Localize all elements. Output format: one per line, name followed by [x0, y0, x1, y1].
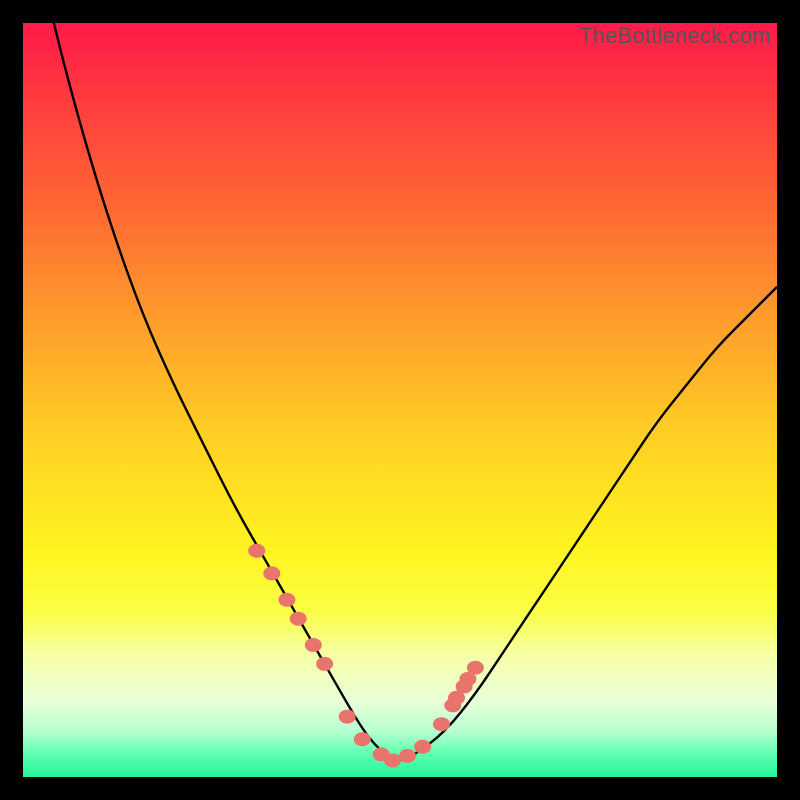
curve-marker: [414, 740, 431, 754]
curve-marker: [354, 732, 371, 746]
curve-marker: [278, 593, 295, 607]
bottleneck-curve-path: [23, 23, 777, 760]
bottleneck-curve-svg: [23, 23, 777, 777]
curve-marker: [263, 566, 280, 580]
curve-marker: [248, 544, 265, 558]
curve-marker: [399, 749, 416, 763]
curve-marker: [305, 638, 322, 652]
curve-marker: [384, 753, 401, 767]
watermark-text: TheBottleneck.com: [579, 23, 771, 49]
curve-marker: [339, 710, 356, 724]
curve-marker: [290, 612, 307, 626]
marker-group: [248, 544, 484, 768]
curve-marker: [433, 717, 450, 731]
chart-frame: TheBottleneck.com: [23, 23, 777, 777]
curve-marker: [316, 657, 333, 671]
curve-marker: [467, 661, 484, 675]
